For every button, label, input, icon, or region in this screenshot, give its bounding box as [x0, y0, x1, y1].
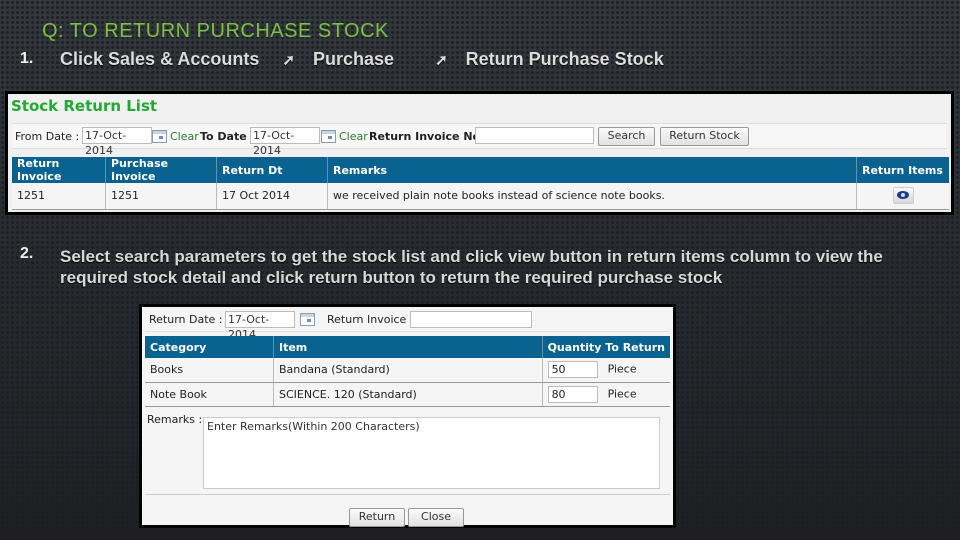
- column-header: Return Items: [856, 157, 949, 183]
- column-header: Return Dt: [216, 157, 328, 183]
- remarks-row: Remarks : Enter Remarks(Within 200 Chara…: [145, 410, 670, 495]
- return-items-table: Category Item Quantity To Return Books B…: [145, 336, 670, 407]
- step-2-text: Select search parameters to get the stoc…: [60, 247, 883, 287]
- purchase-invoice-cell: 1251: [105, 183, 217, 210]
- return-items-cell: [856, 183, 949, 210]
- column-header: Remarks: [327, 157, 857, 183]
- remarks-cell: we received plain note books instead of …: [327, 183, 857, 210]
- return-date-input[interactable]: 17-Oct-2014: [225, 311, 295, 341]
- to-date-input[interactable]: 17-Oct-2014: [250, 127, 320, 157]
- return-button[interactable]: Return: [349, 508, 405, 527]
- quantity-cell: 80 Piece: [542, 382, 670, 407]
- return-invoice-no-input[interactable]: [475, 127, 594, 144]
- step-1-text: Click Sales & Accounts ➚ Purchase ➚ Return…: [60, 49, 700, 70]
- return-date-cell: 17 Oct 2014: [216, 183, 328, 210]
- return-invoice-label: Return Invoice :: [327, 313, 414, 326]
- calendar-icon[interactable]: [321, 130, 336, 143]
- category-cell: Note Book: [145, 382, 274, 407]
- unit-label: Piece: [607, 387, 637, 400]
- step-part-sales-accounts: Click Sales & Accounts: [60, 49, 260, 69]
- from-date-input[interactable]: 17-Oct-2014: [82, 127, 152, 157]
- step-number: 2.: [20, 245, 34, 262]
- return-invoice-input[interactable]: [410, 311, 532, 328]
- table-row: 1251 1251 17 Oct 2014 we received plain …: [12, 183, 949, 210]
- close-button[interactable]: Close: [408, 508, 464, 527]
- step-part-purchase: Purchase: [313, 49, 395, 69]
- column-header: Purchase Invoice: [105, 157, 217, 183]
- item-cell: SCIENCE. 120 (Standard): [273, 382, 543, 407]
- calendar-icon[interactable]: [300, 313, 315, 326]
- return-stock-button[interactable]: Return Stock: [660, 127, 749, 146]
- arrow-icon: ➚: [435, 52, 448, 69]
- slide-heading: Q: TO RETURN PURCHASE STOCK: [42, 20, 389, 42]
- table-row: Books Bandana (Standard) 50 Piece: [145, 358, 670, 383]
- filter-bar: From Date : 17-Oct-2014 Clear To Date : …: [12, 123, 946, 157]
- search-button[interactable]: Search: [598, 127, 655, 146]
- return-detail-screenshot: Return Date : 17-Oct-2014 Return Invoice…: [139, 304, 676, 528]
- stock-return-list-title: Stock Return List: [11, 97, 158, 115]
- arrow-icon: ➚: [282, 52, 295, 69]
- category-cell: Books: [145, 358, 274, 383]
- quantity-input[interactable]: 80: [547, 385, 598, 403]
- quantity-input[interactable]: 50: [547, 361, 598, 379]
- column-header: Item: [273, 336, 543, 358]
- from-date-clear-link[interactable]: Clear: [170, 130, 199, 143]
- unit-label: Piece: [607, 362, 637, 376]
- calendar-icon[interactable]: [152, 130, 167, 143]
- return-invoice-no-label: Return Invoice No :: [369, 130, 489, 143]
- stock-return-list-screenshot: Stock Return List From Date : 17-Oct-201…: [5, 91, 954, 215]
- column-header: Category: [145, 336, 274, 358]
- return-invoice-cell: 1251: [12, 183, 106, 210]
- return-date-label: Return Date :: [149, 313, 223, 326]
- remarks-label: Remarks :: [147, 413, 203, 426]
- stock-return-table: Return Invoice Purchase Invoice Return D…: [12, 157, 949, 210]
- remarks-textarea[interactable]: Enter Remarks(Within 200 Characters): [203, 417, 660, 489]
- column-header: Quantity To Return: [542, 336, 670, 358]
- return-detail-filter: Return Date : 17-Oct-2014 Return Invoice…: [145, 308, 670, 341]
- view-eye-icon[interactable]: [892, 187, 914, 205]
- from-date-label: From Date :: [15, 130, 80, 143]
- item-cell: Bandana (Standard): [273, 358, 543, 383]
- to-date-label: To Date :: [200, 130, 255, 143]
- step-number: 1.: [20, 50, 34, 67]
- table-row: Note Book SCIENCE. 120 (Standard) 80 Piec…: [145, 382, 670, 407]
- quantity-cell: 50 Piece: [542, 358, 670, 383]
- column-header: Return Invoice: [12, 157, 106, 183]
- to-date-clear-link[interactable]: Clear: [339, 130, 368, 143]
- step-part-return-purchase-stock: Return Purchase Stock: [465, 49, 664, 69]
